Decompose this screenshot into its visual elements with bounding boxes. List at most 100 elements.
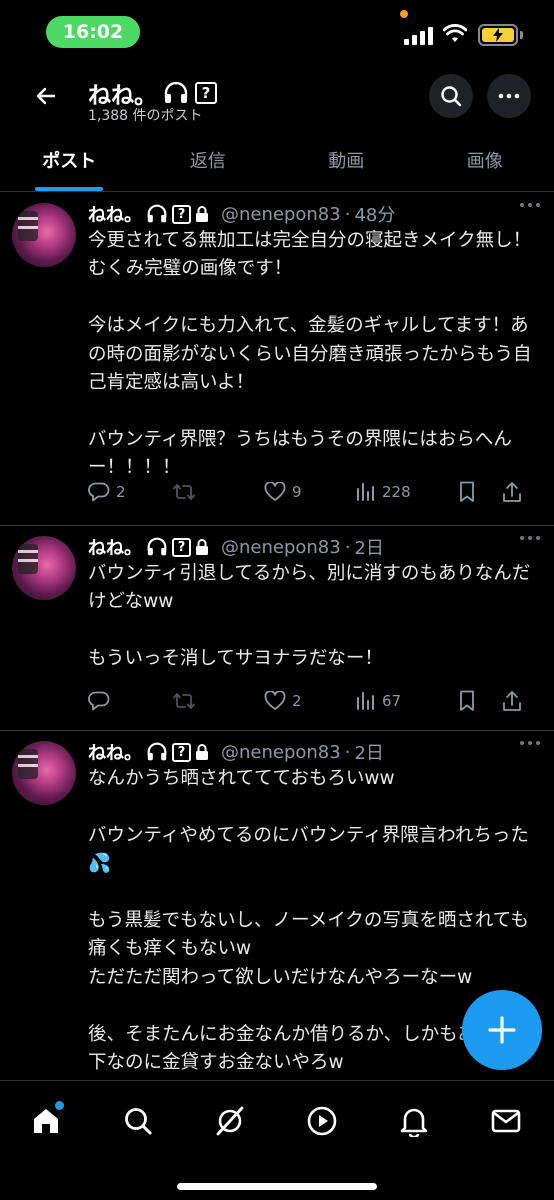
battery-nub: [520, 31, 523, 39]
reply-icon: [88, 482, 110, 502]
reply-button[interactable]: [88, 691, 172, 711]
like-count: 9: [292, 483, 302, 501]
headphones-icon: [147, 742, 167, 761]
bookmark-button[interactable]: [458, 481, 502, 503]
share-icon: [503, 691, 521, 711]
post-actions: 2 67: [88, 690, 540, 712]
bookmark-icon: [460, 481, 474, 502]
question-box-icon: ?: [172, 204, 191, 224]
tab-label: 画像: [466, 150, 503, 172]
lock-icon: [196, 206, 208, 222]
reply-icon: [88, 691, 110, 711]
heart-icon: [264, 691, 286, 710]
question-box-icon: ?: [195, 82, 217, 104]
repost-icon: [173, 484, 195, 500]
envelope-icon: [491, 1109, 521, 1133]
repost-button[interactable]: [172, 482, 264, 502]
like-button[interactable]: 2: [264, 691, 356, 711]
status-bar: 16:02: [0, 0, 554, 64]
views-button[interactable]: 67: [356, 692, 458, 710]
post-time: 2日: [354, 743, 384, 764]
active-tab-indicator: [35, 187, 104, 191]
post-more-button[interactable]: [520, 536, 540, 540]
tab-label: 返信: [189, 150, 226, 172]
nav-notifications[interactable]: [392, 1099, 436, 1143]
back-button[interactable]: [26, 76, 66, 116]
arrow-left-icon: [36, 87, 56, 105]
bell-icon: [400, 1108, 428, 1137]
repost-icon: [173, 693, 195, 709]
lock-icon: [196, 744, 208, 760]
plus-icon: [488, 1016, 516, 1044]
reply-count: 2: [116, 483, 126, 501]
camera-indicator-dot: [400, 10, 408, 18]
post-author-name[interactable]: ねね。: [88, 739, 142, 765]
status-time: 16:02: [46, 16, 140, 48]
views-icon: [357, 692, 374, 710]
bottom-navigation: [0, 1080, 554, 1200]
nav-grok[interactable]: [208, 1099, 252, 1143]
like-button[interactable]: 9: [264, 482, 356, 502]
headphones-icon: [164, 81, 188, 103]
compose-post-button[interactable]: [462, 990, 542, 1070]
post-count: 1,388 件のポスト: [88, 108, 203, 124]
views-button[interactable]: 228: [356, 483, 458, 501]
post-author-name[interactable]: ねね。: [88, 534, 142, 560]
post-actions: 2 9 228: [88, 481, 540, 503]
heart-icon: [264, 482, 286, 501]
nav-video[interactable]: [300, 1099, 344, 1143]
post[interactable]: ねね。 ? @nenepon83 · 2日 バウンティ引退してるから、別に消すのもあ…: [0, 526, 554, 731]
post-handle: @nenepon83: [221, 536, 341, 558]
share-icon: [503, 482, 521, 502]
bookmark-icon: [460, 690, 474, 711]
question-box-icon: ?: [172, 537, 191, 557]
post-body: 今更されてる無加工は完全自分の寝起きメイク無し！むくみ完璧の画像です！ 今はメイ…: [88, 230, 532, 479]
nav-search[interactable]: [116, 1099, 160, 1143]
wifi-icon: [443, 24, 467, 42]
tab-images[interactable]: 画像: [416, 128, 554, 191]
tab-videos[interactable]: 動画: [277, 128, 416, 191]
play-circle-icon: [307, 1106, 337, 1136]
lock-icon: [196, 539, 208, 555]
post-author-name[interactable]: ねね。: [88, 201, 142, 227]
headphones-icon: [147, 537, 167, 556]
views-icon: [357, 483, 374, 501]
question-box-icon: ?: [172, 742, 191, 762]
home-indicator: [177, 1183, 377, 1190]
nav-messages[interactable]: [484, 1099, 528, 1143]
tab-label: 動画: [328, 150, 365, 172]
more-options-button[interactable]: [487, 74, 531, 118]
profile-tabs: ポスト 返信 動画 画像: [0, 128, 554, 192]
notification-dot: [55, 1101, 64, 1110]
post-handle: @nenepon83: [221, 203, 341, 225]
grok-icon: [216, 1106, 244, 1136]
post-header: ねね。 ? @nenepon83 · 2日: [88, 739, 384, 765]
search-icon: [441, 86, 462, 107]
post[interactable]: ねね。 ? @nenepon83 · 48分 今更されてる無加工は完全自分の寝起きメ…: [0, 193, 554, 526]
headphones-icon: [147, 204, 167, 223]
search-icon: [125, 1108, 152, 1135]
repost-button[interactable]: [172, 691, 264, 711]
like-count: 2: [292, 692, 302, 710]
avatar[interactable]: [12, 536, 76, 600]
post-more-button[interactable]: [520, 203, 540, 207]
post-header: ねね。 ? @nenepon83 · 2日: [88, 534, 384, 560]
profile-header: ねね。 ? 1,388 件のポスト: [0, 64, 554, 128]
avatar[interactable]: [12, 741, 76, 805]
tab-replies[interactable]: 返信: [139, 128, 278, 191]
view-count: 67: [382, 692, 402, 710]
post-header: ねね。 ? @nenepon83 · 48分: [88, 201, 395, 227]
reply-button[interactable]: 2: [88, 482, 172, 502]
bookmark-button[interactable]: [458, 690, 502, 712]
post-handle: @nenepon83: [221, 741, 341, 763]
view-count: 228: [382, 483, 411, 501]
search-button[interactable]: [429, 74, 473, 118]
share-button[interactable]: [502, 690, 532, 712]
tab-label: ポスト: [42, 150, 97, 172]
avatar[interactable]: [12, 203, 76, 267]
post-more-button[interactable]: [520, 741, 540, 745]
post-feed: ねね。 ? @nenepon83 · 48分 今更されてる無加工は完全自分の寝起きメ…: [0, 193, 554, 1080]
nav-home[interactable]: [24, 1099, 68, 1143]
share-button[interactable]: [502, 481, 532, 503]
tab-posts[interactable]: ポスト: [0, 128, 139, 191]
